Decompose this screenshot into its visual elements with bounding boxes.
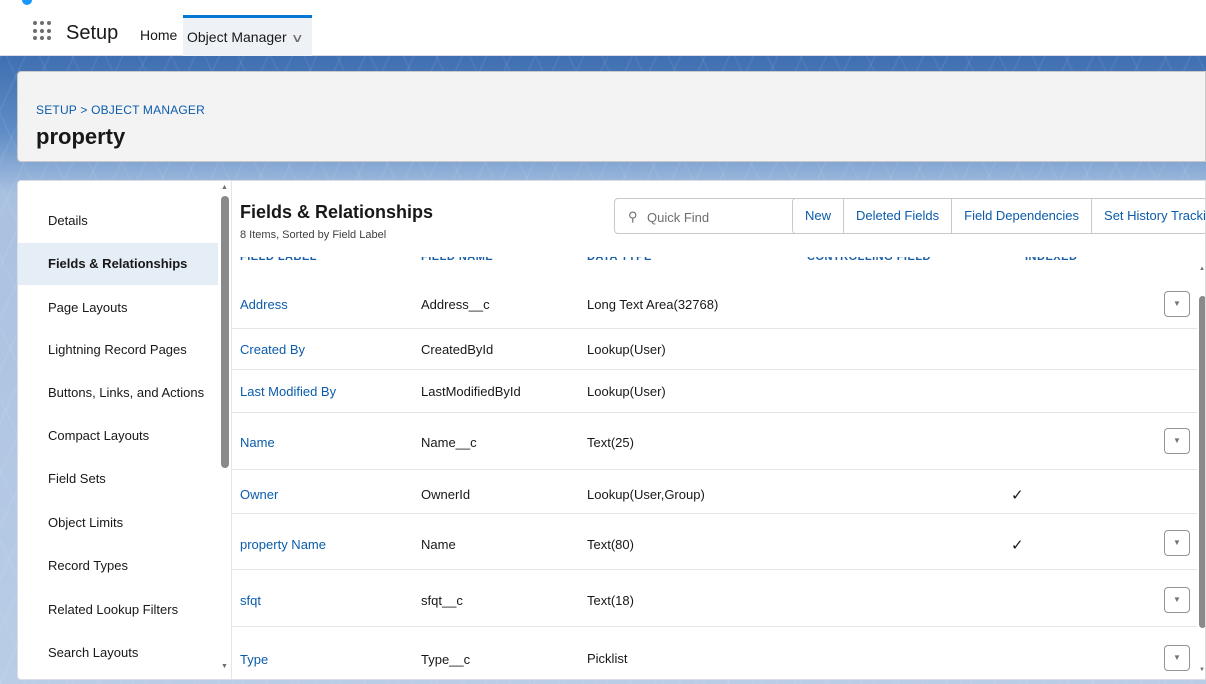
sidebar-item-object-limits[interactable]: Object Limits <box>18 502 218 544</box>
scroll-down-icon[interactable]: ▼ <box>1199 667 1205 673</box>
action-button-group: New Deleted Fields Field Dependencies Se… <box>792 198 1205 234</box>
field-api-name: sfqt__c <box>421 593 463 608</box>
check-icon: ✓ <box>1011 487 1024 504</box>
new-button[interactable]: New <box>793 199 845 233</box>
sidebar-item-page-layouts[interactable]: Page Layouts <box>18 287 218 329</box>
quick-find-box[interactable]: ⚲ <box>614 198 798 234</box>
sidebar-item-compact-layouts[interactable]: Compact Layouts <box>18 415 218 457</box>
check-icon: ✓ <box>1011 537 1024 554</box>
caret-down-icon[interactable]: ▼ <box>1164 530 1190 556</box>
field-data-type: Text(25) <box>587 435 634 450</box>
section-item-count: 8 Items, Sorted by Field Label <box>240 229 387 241</box>
tab-home[interactable]: Home <box>140 15 177 56</box>
table-scrollbar[interactable]: ▲ ▼ <box>1197 263 1205 679</box>
sidebar-scroll-thumb[interactable] <box>221 196 229 468</box>
sidebar-item-field-sets[interactable]: Field Sets <box>18 458 218 500</box>
field-dependencies-button[interactable]: Field Dependencies <box>952 199 1093 233</box>
field-data-type: Lookup(User,Group) <box>587 487 705 502</box>
sidebar-item-related-lookup-filters[interactable]: Related Lookup Filters <box>18 589 218 631</box>
field-label-link[interactable]: Created By <box>240 342 305 357</box>
caret-down-icon[interactable]: ▼ <box>1164 428 1190 454</box>
chevron-down-icon[interactable]: ∨ <box>290 19 303 57</box>
field-data-type: Picklist <box>587 651 628 666</box>
field-data-type: Text(80) <box>587 537 634 552</box>
object-sidebar: Details Fields & Relationships Page Layo… <box>18 181 231 679</box>
set-history-tracking-button[interactable]: Set History Tracking <box>1092 199 1205 233</box>
scroll-down-icon[interactable]: ▼ <box>221 663 228 670</box>
table-row: sfqt sfqt__c Text(18) ▼ <box>231 570 1197 627</box>
table-row: property Name Name Text(80) ✓ ▼ <box>231 514 1197 570</box>
sidebar-scrollbar[interactable]: ▲ ▼ <box>219 181 231 679</box>
sidebar-item-record-types[interactable]: Record Types <box>18 545 218 587</box>
page-title: property <box>36 124 126 149</box>
app-name: Setup <box>66 22 119 44</box>
field-label-link[interactable]: Type <box>240 652 268 667</box>
caret-down-icon[interactable]: ▼ <box>1164 587 1190 613</box>
field-api-name: Address__c <box>421 297 490 312</box>
field-label-link[interactable]: property Name <box>240 537 326 552</box>
field-label-link[interactable]: Last Modified By <box>240 384 336 399</box>
field-api-name: CreatedById <box>421 342 494 357</box>
breadcrumb[interactable]: SETUP > OBJECT MANAGER <box>36 103 205 117</box>
top-accent <box>22 0 32 5</box>
search-icon: ⚲ <box>628 209 638 224</box>
waffle-icon[interactable] <box>33 21 53 41</box>
tab-object-manager[interactable]: Object Manager ∨ <box>183 15 312 56</box>
table-row: Type Type__c Picklist ▼ <box>231 627 1197 679</box>
field-label-link[interactable]: Name <box>240 435 275 450</box>
field-api-name: Name__c <box>421 435 477 450</box>
caret-down-icon[interactable]: ▼ <box>1164 291 1190 317</box>
sidebar-item-fields-relationships[interactable]: Fields & Relationships <box>18 243 218 285</box>
field-data-type: Text(18) <box>587 593 634 608</box>
field-api-name: Type__c <box>421 652 471 667</box>
field-api-name: OwnerId <box>421 487 471 502</box>
table-row: Name Name__c Text(25) ▼ <box>231 413 1197 470</box>
sidebar-item-buttons-links-actions[interactable]: Buttons, Links, and Actions <box>18 372 218 414</box>
caret-down-icon[interactable]: ▼ <box>1164 645 1190 671</box>
quick-find-input[interactable] <box>647 207 787 227</box>
table-row: Owner OwnerId Lookup(User,Group) ✓ <box>231 470 1197 514</box>
scroll-up-icon[interactable]: ▲ <box>221 184 228 191</box>
sidebar-item-search-layouts[interactable]: Search Layouts <box>18 632 218 674</box>
deleted-fields-button[interactable]: Deleted Fields <box>844 199 953 233</box>
sidebar-item-details[interactable]: Details <box>18 200 218 242</box>
table-row: Address Address__c Long Text Area(32768)… <box>231 263 1197 329</box>
table-row: Created By CreatedById Lookup(User) <box>231 329 1197 370</box>
object-manager-body: Details Fields & Relationships Page Layo… <box>17 180 1206 680</box>
global-header: Setup Home Object Manager ∨ <box>0 0 1206 56</box>
field-data-type: Long Text Area(32768) <box>587 297 719 312</box>
scroll-up-icon[interactable]: ▲ <box>1199 266 1205 272</box>
section-title: Fields & Relationships <box>240 202 434 222</box>
table-row: Last Modified By LastModifiedById Lookup… <box>231 370 1197 413</box>
field-label-link[interactable]: sfqt <box>240 593 261 608</box>
field-api-name: Name <box>421 537 456 552</box>
field-data-type: Lookup(User) <box>587 342 666 357</box>
object-header: SETUP > OBJECT MANAGER property <box>17 71 1206 162</box>
field-data-type: Lookup(User) <box>587 384 666 399</box>
field-label-link[interactable]: Address <box>240 297 288 312</box>
sidebar-item-lightning-record-pages[interactable]: Lightning Record Pages <box>18 329 218 371</box>
tab-object-manager-label: Object Manager <box>187 29 287 45</box>
field-api-name: LastModifiedById <box>421 384 521 399</box>
field-label-link[interactable]: Owner <box>240 487 278 502</box>
table-scroll-thumb[interactable] <box>1199 296 1205 628</box>
